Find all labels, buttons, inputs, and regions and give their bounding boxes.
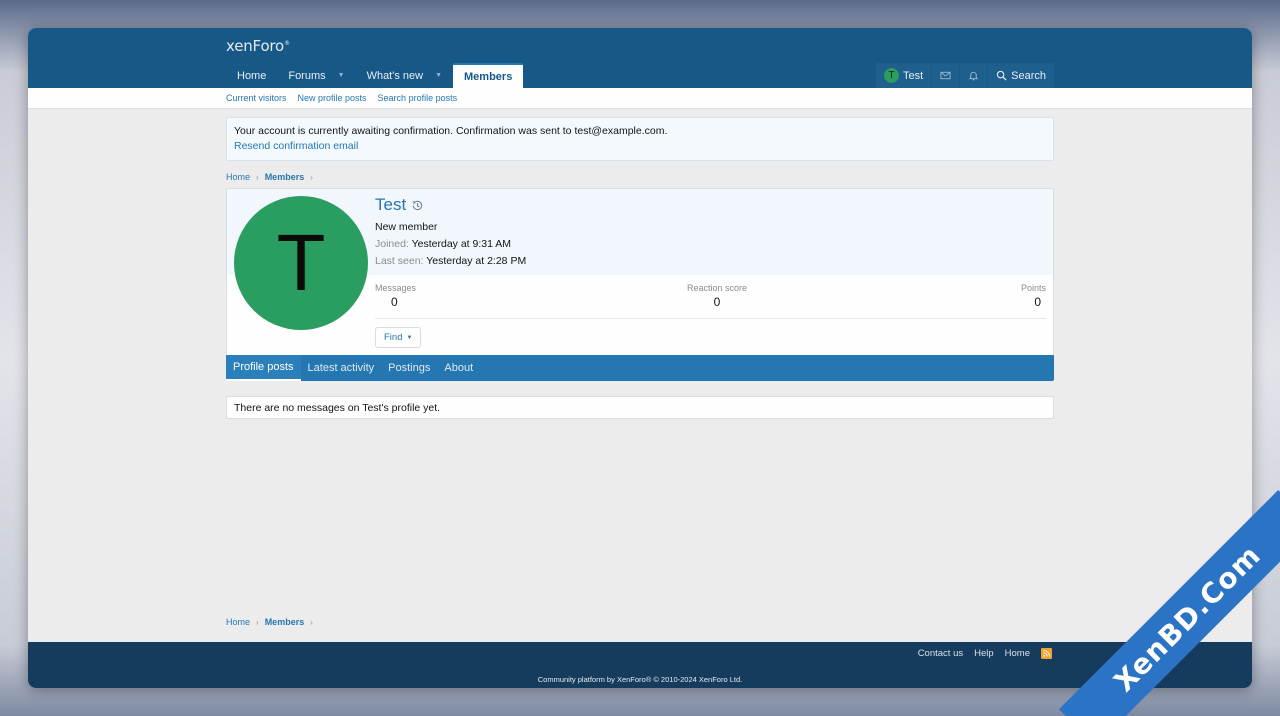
footer-copyright: Community platform by XenForo® © 2010-20… [537,675,743,684]
logo-text: xenForo [226,37,285,55]
member-profile-card: T Test New member Joined: Yesterday at 9… [226,188,1054,381]
confirmation-notice: Your account is currently awaiting confi… [226,117,1054,161]
subnav-new-profile-posts[interactable]: New profile posts [298,93,367,103]
chevron-right-icon: › [310,172,313,182]
stat-value: 0 [1034,295,1041,309]
sub-nav: Current visitors New profile posts Searc… [28,88,1252,109]
chevron-right-icon: › [256,172,259,182]
site-header: xenForo® Home Forums ▼ What's new ▼ Member… [28,28,1252,88]
chevron-down-icon[interactable]: ▼ [338,72,345,79]
footer-links: Contact us Help Home [907,648,1052,659]
profile-avatar[interactable]: T [234,196,368,330]
profile-username[interactable]: Test [375,195,406,215]
footer-contact-us[interactable]: Contact us [918,648,963,659]
footer-home[interactable]: Home [1005,648,1030,659]
tab-about[interactable]: About [437,355,480,381]
chevron-right-icon: › [256,617,259,627]
stat-label: Reaction score [687,283,748,293]
caret-down-icon: ▼ [406,334,413,341]
nav-tab-members[interactable]: Members [453,63,524,88]
nav-tab-home[interactable]: Home [226,63,277,88]
profile-tabs: Profile posts Latest activity Postings A… [226,355,1054,381]
site-footer: Contact us Help Home Community platform … [28,642,1252,688]
envelope-icon [940,71,951,80]
breadcrumb: Home › Members › [226,616,319,628]
breadcrumb-home[interactable]: Home [226,172,250,182]
stat-points[interactable]: Points 0 [1021,283,1046,309]
breadcrumb: Home › Members › [226,171,1054,183]
tab-profile-posts[interactable]: Profile posts [226,355,301,381]
tab-label: Profile posts [233,361,294,373]
tab-label: Postings [388,362,431,374]
bell-icon [968,71,979,81]
subnav-search-profile-posts[interactable]: Search profile posts [378,93,458,103]
tab-label: Latest activity [307,362,375,374]
stat-value: 0 [391,295,398,309]
last-seen-label: Last seen: [375,255,424,267]
nav-tab-label: Forums [288,69,326,82]
breadcrumb-bottom-wrap: Home › Members › [226,616,319,628]
chevron-right-icon: › [310,617,313,627]
footer-help[interactable]: Help [974,648,994,659]
nav-tab-whats-new[interactable]: What's new ▼ [356,63,453,88]
profile-name: Test [375,195,424,215]
chevron-down-icon[interactable]: ▼ [435,72,442,79]
user-title: New member [375,221,438,233]
breadcrumb-home[interactable]: Home [226,617,250,627]
avatar: T [883,68,899,83]
joined-row: Joined: Yesterday at 9:31 AM [375,238,511,250]
subnav-current-visitors[interactable]: Current visitors [226,93,287,103]
nav-tab-label: What's new [366,69,424,82]
tab-latest-activity[interactable]: Latest activity [301,355,382,381]
breadcrumb-members[interactable]: Members [265,617,305,627]
stat-value: 0 [713,295,721,309]
search-icon [996,70,1007,81]
browser-window: xenForo® Home Forums ▼ What's new ▼ Member… [28,28,1252,688]
profile-stats: Messages 0 Reaction score 0 Points 0 [375,283,1046,319]
empty-message: There are no messages on Test's profile … [234,401,441,414]
rss-glyph [1043,650,1050,657]
stat-reaction-score[interactable]: Reaction score 0 [687,283,747,309]
account-username: Test [902,69,924,82]
find-button[interactable]: Find ▼ [375,327,422,348]
site-logo[interactable]: xenForo® [226,37,290,55]
account-menu[interactable]: T Test [875,63,932,88]
search-button[interactable]: Search [988,63,1054,88]
main-content: Your account is currently awaiting confi… [226,117,1054,419]
stat-messages[interactable]: Messages 0 [375,283,416,309]
inbox-button[interactable] [932,63,960,88]
logo-registered-mark: ® [284,40,290,47]
last-seen-value: Yesterday at 2:28 PM [426,255,527,267]
stat-label: Points [1020,283,1046,293]
find-label: Find [384,332,403,343]
main-nav: Home Forums ▼ What's new ▼ Members [226,63,524,88]
joined-label: Joined: [375,238,409,250]
joined-value: Yesterday at 9:31 AM [411,238,512,250]
resend-confirmation-link[interactable]: Resend confirmation email [234,140,1046,152]
rss-icon[interactable] [1041,648,1052,659]
breadcrumb-members[interactable]: Members [265,172,305,182]
alerts-button[interactable] [960,63,988,88]
history-icon[interactable] [411,199,424,212]
profile-posts-empty: There are no messages on Test's profile … [226,396,1054,419]
tab-label: About [444,362,474,374]
nav-tab-forums[interactable]: Forums ▼ [277,63,355,88]
notice-text: Your account is currently awaiting confi… [234,125,668,137]
user-nav: T Test Search [875,63,1054,88]
nav-tab-label: Members [464,70,513,83]
search-label: Search [1011,69,1046,82]
last-seen-row: Last seen: Yesterday at 2:28 PM [375,255,526,267]
stat-label: Messages [375,283,417,293]
tab-postings[interactable]: Postings [381,355,437,381]
nav-tab-label: Home [237,69,267,82]
